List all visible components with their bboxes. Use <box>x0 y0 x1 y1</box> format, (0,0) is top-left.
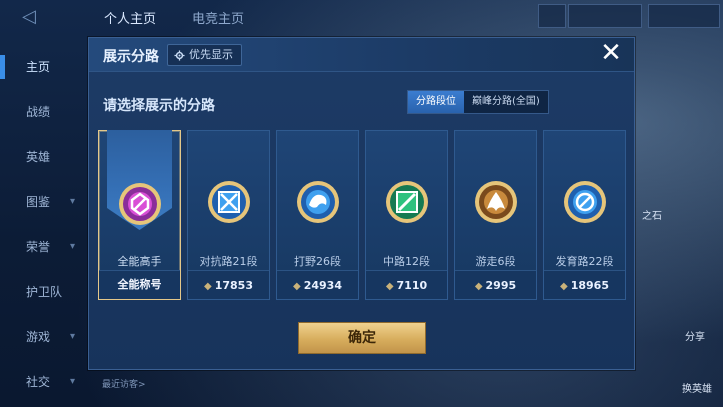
chevron-down-icon: ▾ <box>70 196 76 207</box>
tab-lane-rank[interactable]: 分路段位 <box>408 91 464 113</box>
lane-score: ◆ 7110 <box>385 279 428 292</box>
sidebar-item-honor[interactable]: 荣誉 ▾ <box>0 231 80 263</box>
settings-button[interactable] <box>538 4 566 28</box>
lane-card-mid[interactable]: 中路12段 ◆ 7110 <box>365 130 448 300</box>
lane-name: 全能高手 <box>117 255 162 268</box>
sidebar-item-atlas[interactable]: 图鉴 ▾ <box>0 186 80 218</box>
lane-score: 全能称号 <box>117 278 162 291</box>
tab-peak-lane[interactable]: 巅峰分路(全国) <box>464 91 548 113</box>
dialog-header: 展示分路 优先显示 <box>89 38 634 72</box>
tab-esports[interactable]: 电竞主页 <box>192 8 244 27</box>
close-icon[interactable]: ✕ <box>598 40 624 66</box>
sidebar-item-guard[interactable]: 护卫队 <box>0 276 80 308</box>
clash-lane-emblem-icon <box>207 181 250 223</box>
lane-name: 发育路22段 <box>555 255 614 268</box>
lane-score: ◆ 2995 <box>474 279 517 292</box>
dialog-subtitle: 请选择展示的分路 <box>103 98 215 114</box>
player-card[interactable] <box>568 4 642 28</box>
lane-score: ◆ 17853 <box>204 279 253 292</box>
gear-icon <box>174 49 185 61</box>
confirm-button[interactable]: 确定 <box>298 322 426 354</box>
side-label: 之石 <box>642 211 662 222</box>
lane-score: ◆ 18965 <box>560 279 609 292</box>
lane-name: 游走6段 <box>475 255 516 268</box>
switch-hero-button[interactable]: 换英雄 <box>682 380 712 395</box>
lane-card-clash[interactable]: 对抗路21段 ◆ 17853 <box>187 130 270 300</box>
top-right-button[interactable] <box>648 4 720 28</box>
lane-mode-toggle: 分路段位 巅峰分路(全国) <box>407 90 549 114</box>
priority-display-button[interactable]: 优先显示 <box>167 44 242 66</box>
points-icon: ◆ <box>474 281 483 292</box>
sidebar-item-heroes[interactable]: 英雄 <box>0 141 80 173</box>
jungle-emblem-icon <box>296 181 339 223</box>
points-icon: ◆ <box>385 281 394 292</box>
sidebar-item-record[interactable]: 战绩 <box>0 96 80 128</box>
lane-card-jungle[interactable]: 打野26段 ◆ 24934 <box>276 130 359 300</box>
display-lane-dialog: 展示分路 优先显示 请选择展示的分路 分路段位 巅峰分路(全国) 全能高手 全能… <box>88 37 635 370</box>
sidebar-item-home[interactable]: 主页 <box>0 51 80 83</box>
points-icon: ◆ <box>560 281 568 292</box>
lane-card-all-round[interactable]: 全能高手 全能称号 <box>98 130 181 300</box>
lane-name: 中路12段 <box>383 255 430 268</box>
lane-name: 对抗路21段 <box>199 255 258 268</box>
lane-score: ◆ 24934 <box>293 279 342 292</box>
chevron-down-icon: ▾ <box>70 241 76 252</box>
lane-card-roam[interactable]: 游走6段 ◆ 2995 <box>454 130 537 300</box>
sidebar: ◁ 主页 战绩 英雄 图鉴 ▾ 荣誉 ▾ 护卫队 游戏 ▾ 社交 ▾ <box>0 0 88 407</box>
tab-profile[interactable]: 个人主页 <box>104 8 156 27</box>
sidebar-item-social[interactable]: 社交 ▾ <box>0 366 80 398</box>
lane-card-farm[interactable]: 发育路22段 ◆ 18965 <box>543 130 626 300</box>
recent-visitors-link[interactable]: 最近访客> <box>102 377 146 390</box>
sidebar-item-games[interactable]: 游戏 ▾ <box>0 321 80 353</box>
dialog-title: 展示分路 <box>103 49 159 65</box>
points-icon: ◆ <box>293 281 301 292</box>
farm-lane-emblem-icon <box>563 181 606 223</box>
chevron-down-icon: ▾ <box>70 331 76 342</box>
roam-emblem-icon <box>474 181 517 223</box>
share-label[interactable]: 分享 <box>685 328 705 343</box>
lane-name: 打野26段 <box>294 255 341 268</box>
points-icon: ◆ <box>204 281 212 292</box>
mid-lane-emblem-icon <box>385 181 428 223</box>
back-logo-icon[interactable]: ◁ <box>22 6 58 28</box>
all-round-emblem-icon <box>118 183 161 225</box>
chevron-down-icon: ▾ <box>70 376 76 387</box>
